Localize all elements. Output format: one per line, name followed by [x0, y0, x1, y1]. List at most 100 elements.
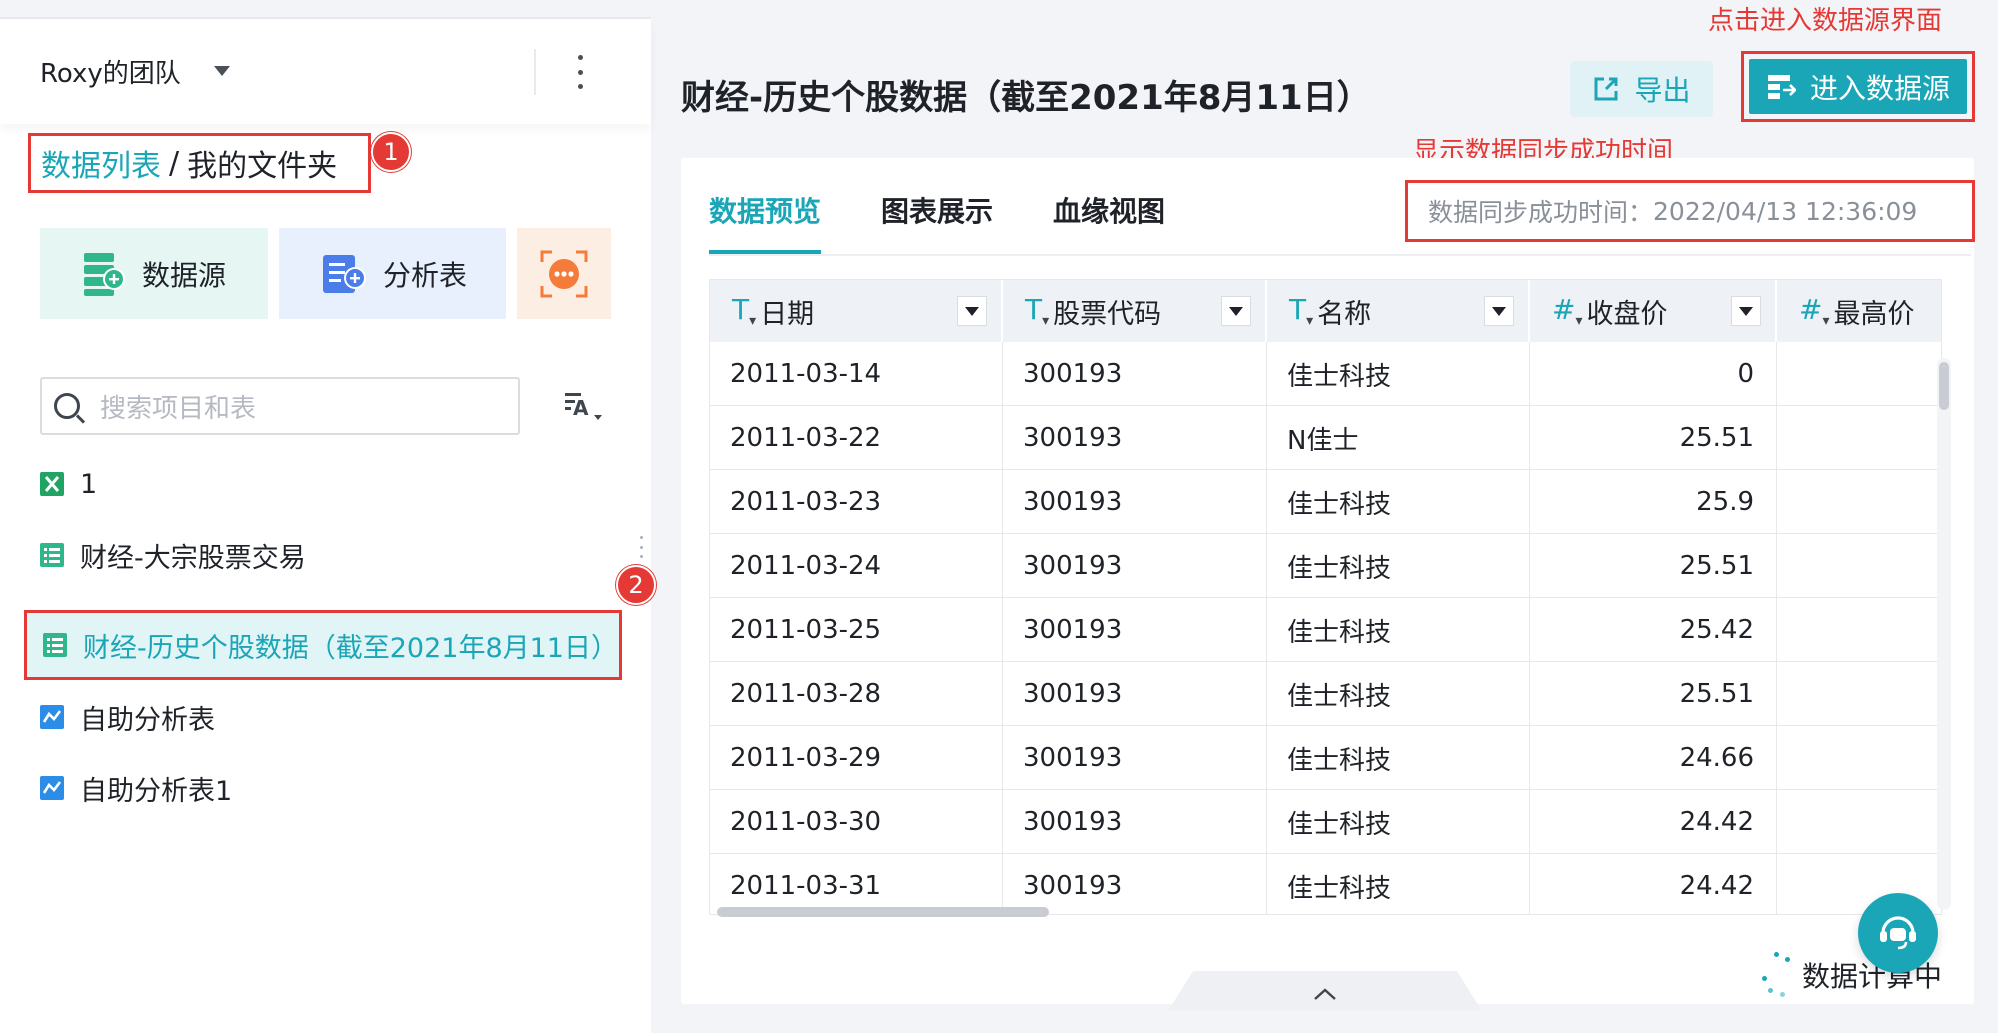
number-type-icon: #▾ — [1552, 293, 1583, 329]
table-cell: 2011-03-23 — [710, 470, 1003, 534]
column-header-date[interactable]: T▾ 日期 — [710, 280, 1003, 342]
table-cell: 300193 — [1003, 790, 1267, 854]
column-menu-button[interactable] — [957, 296, 987, 326]
table-cell: 300193 — [1003, 534, 1267, 598]
analysis-icon — [40, 705, 64, 729]
search-input[interactable]: 搜索项目和表 — [40, 377, 520, 435]
collapse-panel-button[interactable] — [1168, 971, 1482, 1011]
table-row: 2011-03-25 300193 佳士科技 25.42 — [710, 598, 1941, 662]
column-header-name[interactable]: T▾ 名称 — [1267, 280, 1530, 342]
divider — [534, 49, 536, 95]
chevron-down-icon[interactable] — [214, 66, 230, 76]
datasource-add-icon — [80, 251, 126, 297]
column-menu-button[interactable] — [1731, 296, 1761, 326]
table-cell: 25.51 — [1530, 662, 1777, 726]
table-cell: 25.9 — [1530, 470, 1777, 534]
table-cell: 25.51 — [1530, 406, 1777, 470]
table-cell: 300193 — [1003, 342, 1267, 406]
sort-icon[interactable]: A — [564, 389, 606, 429]
table-row: 2011-03-14 300193 佳士科技 0 — [710, 342, 1941, 406]
sync-status: 数据同步成功时间： 2022/04/13 12:36:09 — [1405, 180, 1975, 242]
table-cell — [1777, 342, 1941, 406]
resize-handle[interactable] — [640, 536, 644, 558]
table-cell: 2011-03-30 — [710, 790, 1003, 854]
column-header-code[interactable]: T▾ 股票代码 — [1003, 280, 1267, 342]
more-create-button[interactable] — [517, 228, 611, 319]
new-analysis-label: 分析表 — [383, 258, 468, 292]
column-menu-button[interactable] — [1484, 296, 1514, 326]
table-row: 2011-03-24 300193 佳士科技 25.51 — [710, 534, 1941, 598]
tree-item-label: 自助分析表 — [80, 704, 215, 736]
breadcrumb: 数据列表 / 我的文件夹 — [28, 133, 371, 193]
sidebar: Roxy的团队 数据列表 / 我的文件夹 1 数据源 分析表 搜索项目和表 A … — [0, 17, 656, 1033]
table-cell: 佳士科技 — [1267, 598, 1530, 662]
table-cell — [1777, 726, 1941, 790]
table-cell — [1777, 406, 1941, 470]
chevron-up-icon — [1314, 988, 1336, 1000]
analysis-add-icon — [321, 251, 367, 297]
table-cell: 24.66 — [1530, 726, 1777, 790]
tree-item-label: 自助分析表1 — [80, 775, 233, 807]
tab-lineage-view[interactable]: 血缘视图 — [1053, 184, 1165, 254]
table-header: T▾ 日期 T▾ 股票代码 T▾ 名称 #▾ 收盘价 #▾ 最高价 — [710, 280, 1941, 342]
tree-item-bulk-trade[interactable]: 财经-大宗股票交易 — [40, 527, 306, 583]
enter-datasource-label: 进入数据源 — [1809, 71, 1950, 105]
table-cell — [1777, 598, 1941, 662]
step-badge-2: 2 — [616, 565, 656, 605]
svg-text:A: A — [573, 396, 589, 420]
sync-label: 数据同步成功时间： — [1428, 198, 1654, 227]
table-row: 2011-03-22 300193 N佳士 25.51 — [710, 406, 1941, 470]
column-name: 最高价 — [1833, 298, 1915, 330]
export-button[interactable]: 导出 — [1570, 61, 1713, 117]
table-cell: 2011-03-24 — [710, 534, 1003, 598]
breadcrumb-root-link[interactable]: 数据列表 — [41, 141, 161, 185]
analysis-icon — [40, 776, 64, 800]
chat-icon — [1880, 916, 1916, 950]
text-type-icon: T▾ — [1025, 293, 1050, 329]
table-cell: 2011-03-22 — [710, 406, 1003, 470]
tree-item-self-analysis-1[interactable]: 自助分析表1 — [40, 760, 232, 816]
new-analysis-button[interactable]: 分析表 — [279, 228, 506, 319]
table-cell: 佳士科技 — [1267, 470, 1530, 534]
table-cell: N佳士 — [1267, 406, 1530, 470]
table-cell: 0 — [1530, 342, 1777, 406]
divider — [709, 254, 1971, 256]
column-header-high[interactable]: #▾ 最高价 — [1777, 280, 1941, 342]
new-datasource-button[interactable]: 数据源 — [40, 228, 268, 319]
tab-bar: 数据预览 图表展示 血缘视图 — [709, 184, 1165, 254]
column-name: 股票代码 — [1053, 298, 1162, 330]
export-label: 导出 — [1634, 74, 1691, 107]
horizontal-scrollbar[interactable] — [709, 904, 1942, 920]
tab-chart-display[interactable]: 图表展示 — [881, 184, 993, 254]
table-cell: 佳士科技 — [1267, 662, 1530, 726]
table-cell: 佳士科技 — [1267, 534, 1530, 598]
table-icon — [40, 543, 64, 567]
tree-item-1[interactable]: 1 — [40, 456, 97, 512]
more-vertical-icon[interactable] — [572, 55, 588, 89]
excel-icon — [40, 472, 64, 496]
table-cell: 300193 — [1003, 726, 1267, 790]
preview-card: 数据预览 图表展示 血缘视图 数据同步成功时间： 2022/04/13 12:3… — [681, 158, 1975, 1004]
vertical-scrollbar[interactable] — [1937, 358, 1951, 910]
team-name[interactable]: Roxy的团队 — [40, 53, 181, 90]
column-menu-button[interactable] — [1221, 296, 1251, 326]
tab-data-preview[interactable]: 数据预览 — [709, 184, 822, 254]
tree-item-self-analysis[interactable]: 自助分析表 — [40, 689, 215, 745]
table-cell: 25.42 — [1530, 598, 1777, 662]
page-title: 财经-历史个股数据（截至2021年8月11日） — [681, 78, 1371, 118]
column-header-close[interactable]: #▾ 收盘价 — [1530, 280, 1777, 342]
table-row: 2011-03-29 300193 佳士科技 24.66 — [710, 726, 1941, 790]
support-chat-button[interactable] — [1858, 893, 1938, 973]
enter-datasource-button[interactable]: 进入数据源 — [1749, 59, 1967, 114]
table-row: 2011-03-23 300193 佳士科技 25.9 — [710, 470, 1941, 534]
sync-time: 2022/04/13 12:36:09 — [1653, 196, 1918, 226]
tree-item-history-stock[interactable]: 财经-历史个股数据（截至2021年8月11日） — [24, 610, 622, 680]
column-name: 名称 — [1317, 298, 1372, 330]
table-cell: 2011-03-14 — [710, 342, 1003, 406]
table-cell: 佳士科技 — [1267, 342, 1530, 406]
loading-spinner-icon — [1758, 952, 1798, 998]
step-badge-1: 1 — [371, 132, 411, 172]
text-type-icon: T▾ — [732, 293, 757, 329]
table-cell: 2011-03-29 — [710, 726, 1003, 790]
table-body: 2011-03-14 300193 佳士科技 0 2011-03-22 300193 N佳士… — [710, 342, 1941, 914]
